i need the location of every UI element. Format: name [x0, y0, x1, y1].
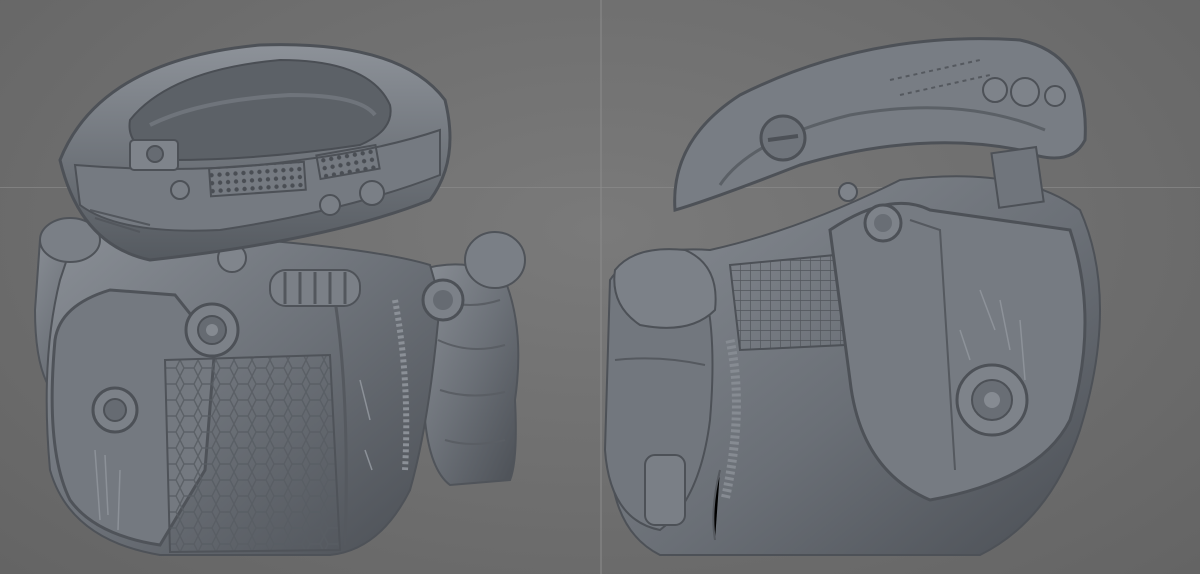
- chest-disc-right: [184, 302, 240, 358]
- mesh-grille-left: [208, 160, 307, 198]
- model-view-back[interactable]: [600, 0, 1200, 574]
- utility-block: [644, 454, 686, 526]
- shoulder-pad-right: [464, 231, 526, 289]
- model-view-front[interactable]: [0, 0, 600, 574]
- ribbed-tube: [269, 269, 361, 307]
- back-disc: [955, 363, 1029, 437]
- collar-ring-back: [673, 37, 1087, 212]
- upper-disc: [863, 203, 903, 243]
- collar-ring: [58, 43, 452, 262]
- hex-panel: [165, 355, 340, 552]
- shoulder-disc: [421, 278, 465, 322]
- elbow-guard: [613, 248, 717, 329]
- 3d-viewport[interactable]: [0, 0, 1200, 574]
- grid-panel: [728, 253, 847, 352]
- chest-disc-left: [91, 386, 139, 434]
